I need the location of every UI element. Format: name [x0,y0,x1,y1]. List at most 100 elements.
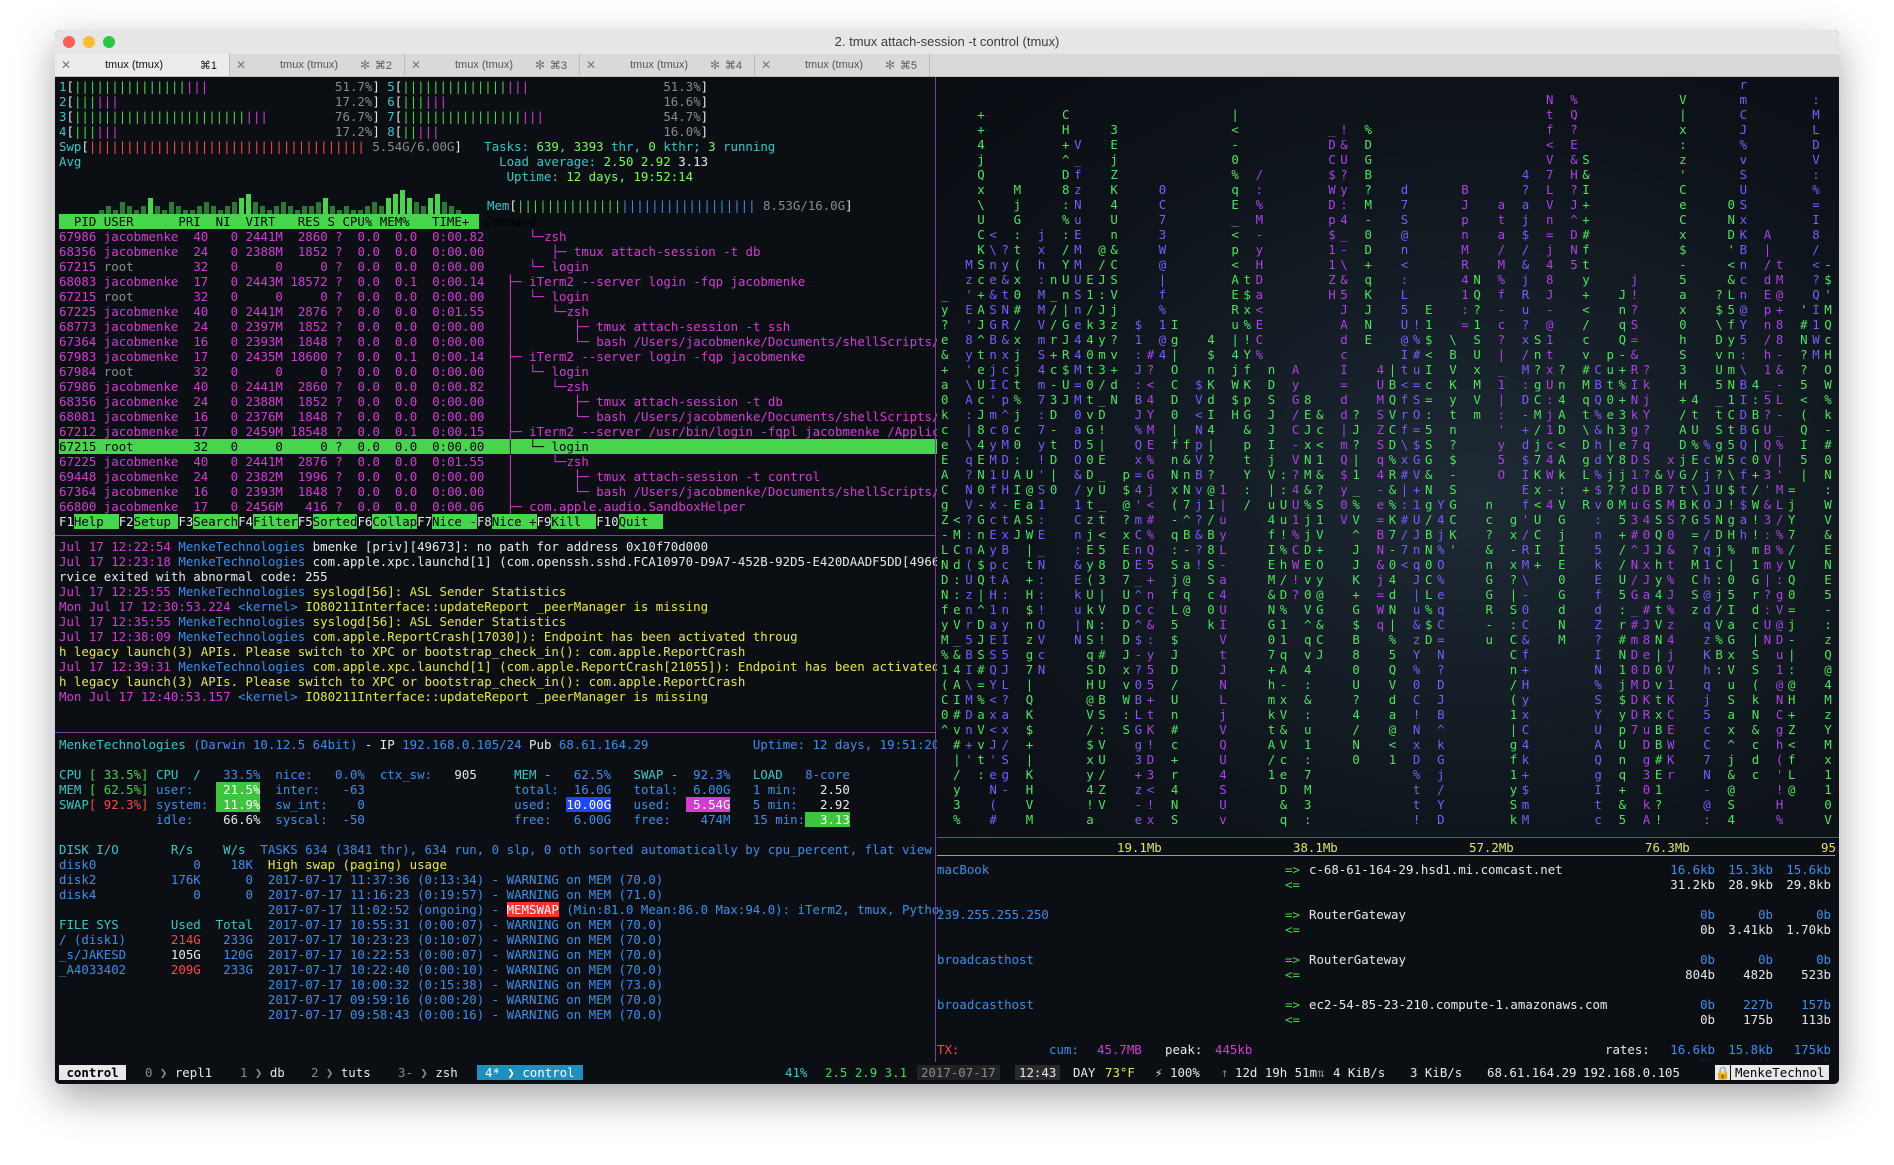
matrix-rain-pane[interactable]: _ y ? e & + a 0 k c e E A C g Z - L N D … [937,77,1839,837]
tab-1[interactable]: ✕ tmux (tmux) ⌘1 [55,54,230,76]
tmux-window-db[interactable]: 1 ❯ db [240,1065,285,1080]
process-row[interactable]: 68083 jacobmenke 17 0 2443M 18572 ? 0.0 … [59,274,941,289]
load-stat-label: 1 min: [752,782,806,797]
fkey-label[interactable]: Sorted [312,514,358,529]
fkey-f1[interactable]: F1 [59,514,74,529]
fkey-f3[interactable]: F3 [178,514,193,529]
process-row[interactable]: 68356 jacobmenke 24 0 2388M 1852 ? 0.0 0… [59,394,941,409]
kthr-label: kthr; [655,139,709,154]
process-command: │ └─ bash /Users/jacobmenke/Documents/sh… [491,334,941,349]
process-user: root [103,364,179,379]
tmux-window-repl1[interactable]: 0 ❯ repl1 [145,1065,212,1080]
process-row[interactable]: 67215 root 32 0 0 0 ? 0.0 0.0 0:00.00 │ … [59,289,941,304]
process-row[interactable]: 67986 jacobmenke 40 0 2441M 2860 ? 0.0 0… [59,229,941,244]
process-row[interactable]: 67984 root 32 0 0 0 ? 0.0 0.0 0:00.00 │ … [59,364,941,379]
process-ni: 0 [215,409,239,424]
tmux-window-tuts[interactable]: 2 ❯ tuts [311,1065,371,1080]
process-state: ? [335,319,343,334]
process-row[interactable]: 68356 jacobmenke 24 0 2388M 1852 ? 0.0 0… [59,244,941,259]
fkey-label[interactable]: Filter [252,514,298,529]
fkey-f10[interactable]: F10 [596,514,618,529]
process-pri: 17 [185,349,209,364]
log-timestamp: Jul 17 12:25:55 [59,584,171,599]
process-row[interactable]: 66800 jacobmenke 17 0 2456M 416 ? 0.0 0.… [59,499,941,514]
tab-5[interactable]: ✕ tmux (tmux) ✻ ⌘5 [755,54,930,76]
fkey-f6[interactable]: F6 [357,514,372,529]
cpu-bar-user: ||||||||||||||||||||||| [73,109,246,124]
process-row[interactable]: 67986 jacobmenke 40 0 2441M 2860 ? 0.0 0… [59,379,941,394]
fkey-f8[interactable]: F8 [477,514,492,529]
tmux-window-control[interactable]: 4* ❯ control [477,1065,583,1080]
process-time: 0:00.14 [424,349,485,364]
fkey-f7[interactable]: F7 [417,514,432,529]
tmux-session-name[interactable]: control [59,1065,127,1080]
process-row[interactable]: 67225 jacobmenke 40 0 2441M 2876 ? 0.0 0… [59,304,941,319]
fkey-f5[interactable]: F5 [298,514,313,529]
process-row[interactable]: 68081 jacobmenke 16 0 2376M 1848 ? 0.0 0… [59,409,941,424]
process-row[interactable]: 69448 jacobmenke 24 0 2382M 1996 ? 0.0 0… [59,469,941,484]
system-log-pane[interactable]: Jul 17 12:22:54 MenkeTechnologies bmenke… [59,539,941,729]
hostname: MenkeTechnol [1731,1065,1829,1080]
process-virt: 2388M [245,394,283,409]
matrix-rain-column: ? $ \ D v U 5 _ t S g W ? U J N D j C : … [1715,287,1723,677]
tab-3[interactable]: ✕ tmux (tmux) ✻ ⌘3 [405,54,580,76]
process-row[interactable]: 67983 jacobmenke 17 0 2435M 18600 ? 0.0 … [59,349,941,364]
flow-rate: 15.6kb [1786,862,1831,877]
fkey-label[interactable]: Nice + [491,514,537,529]
process-row[interactable]: 67364 jacobmenke 16 0 2393M 1848 ? 0.0 0… [59,484,941,499]
glances-lower-row: disk4 0 0 2017-07-17 11:16:23 (0:19:57) … [59,887,941,902]
fkey-label[interactable]: Collap [372,514,418,529]
matrix-rain-column: N t f < V 7 L V n = j 4 8 J - @ 1 t x U … [1546,92,1554,512]
log-timestamp: Jul 17 12:22:54 [59,539,171,554]
glances-stats-row: idle: 66.6% syscal: -50 free: 6.00G free… [59,812,941,827]
tab-close-icon[interactable]: ✕ [761,58,771,72]
fkey-f9[interactable]: F9 [537,514,552,529]
fkey-label[interactable]: Kill [551,514,597,529]
cpu-bar-sys: ||| [506,79,530,94]
tab-close-icon[interactable]: ✕ [236,58,246,72]
iftop-pane[interactable]: 19.1Mb 38.1Mb 57.2Mb 76.3Mb 95.4Mb macBook => c… [937,840,1839,1060]
flow-arrow-icon: <= [1285,922,1300,937]
tab-4[interactable]: ✕ tmux (tmux) ✻ ⌘4 [580,54,755,76]
matrix-rain-column: n _ / / r + c - 3 D - t D | 0 [1049,272,1058,497]
process-mem: 0.0 [387,289,418,304]
process-row[interactable]: 68773 jacobmenke 24 0 2397M 1852 ? 0.0 0… [59,319,941,334]
glances-uptime: Uptime: 12 days, 19:51:20 [752,737,940,752]
tab-close-icon[interactable]: ✕ [586,58,596,72]
htop-pane[interactable]: 1[|||||||||||||||||| 51.7%] 5[||||||||||… [59,79,941,534]
tab-close-icon[interactable]: ✕ [61,58,71,72]
flow-rate: 31.2kb [1670,877,1715,892]
process-mem: 0.0 [387,244,418,259]
flow-rate: 16.6kb [1670,862,1715,877]
terminal-content[interactable]: 1[|||||||||||||||||| 51.7%] 5[||||||||||… [55,77,1839,1084]
bracket: ] [372,124,380,139]
fkey-f4[interactable]: F4 [238,514,253,529]
log-line: rvice exited with abnormal code: 255 [59,569,941,584]
process-res: 1848 [290,334,328,349]
battery-level: 100% [1170,1065,1200,1080]
process-row[interactable]: 67215 root 32 0 0 0 ? 0.0 0.0 0:00.00 └─… [59,259,941,274]
process-cpu: 0.0 [350,379,380,394]
os-info: (Darwin 10.12.5 64bit) [193,737,358,752]
process-row[interactable]: 67225 jacobmenke 40 0 2441M 2876 ? 0.0 0… [59,454,941,469]
tab-2[interactable]: ✕ tmux (tmux) ✻ ⌘2 [230,54,405,76]
tab-close-icon[interactable]: ✕ [411,58,421,72]
process-row[interactable]: 67215 root 32 0 0 0 ? 0.0 0.0 0:00.00 │ … [59,439,941,454]
tmux-window-zsh[interactable]: 3- ❯ zsh [398,1065,458,1080]
flow-rate: 3.41kb [1728,922,1773,937]
fkey-label[interactable]: Search [193,514,239,529]
glances-pane[interactable]: MenkeTechnologies (Darwin 10.12.5 64bit)… [59,737,941,1055]
process-row[interactable]: 67212 jacobmenke 17 0 2459M 18548 ? 0.0 … [59,424,941,439]
fkey-label[interactable]: Setup [133,514,179,529]
fkey-label[interactable]: Nice - [432,514,477,529]
ip-address: 192.168.0.105/24 [402,737,522,752]
log-message: IO80211Interface::updateReport _peerMana… [297,689,709,704]
fkey-label[interactable]: Help [73,514,119,529]
cpu-percent: 17.2% [327,124,373,139]
process-virt: 2441M [245,229,283,244]
scale-mark: 57.2Mb [1469,840,1514,855]
fkey-f2[interactable]: F2 [119,514,134,529]
load-cores: 8-core [805,767,850,782]
process-row[interactable]: 67364 jacobmenke 16 0 2393M 1848 ? 0.0 0… [59,334,941,349]
fkey-label[interactable]: Quit [618,514,664,529]
